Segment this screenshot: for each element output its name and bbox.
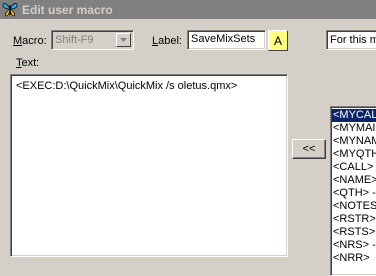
a-button[interactable]: A (268, 30, 288, 51)
butterfly-icon (1, 1, 19, 18)
list-item[interactable]: <NRR> (332, 252, 376, 265)
macro-select-value: Shift-F9 (55, 34, 94, 46)
list-item[interactable]: <RSTR> (332, 213, 376, 226)
list-item[interactable]: <NAME> (332, 174, 376, 187)
insert-tag-button[interactable]: << (292, 139, 326, 159)
label-label: Label: (152, 35, 182, 47)
macro-select[interactable]: Shift-F9 (51, 30, 134, 50)
list-item[interactable]: <MYMAI (332, 122, 376, 135)
title-bar[interactable]: Edit user macro (0, 0, 376, 19)
text-label: Text: (16, 57, 40, 69)
tag-listbox[interactable]: <MYCAL <MYMAI <MYNAM <MYQTH <CALL> <NAME… (330, 106, 376, 276)
list-item[interactable]: <MYCAL (332, 109, 376, 122)
list-item[interactable]: <RSTS> (332, 226, 376, 239)
list-item[interactable]: <CALL> (332, 161, 376, 174)
macro-text-area[interactable]: <EXEC:D:\QuickMix\QuickMix /s oletus.qmx… (10, 74, 288, 257)
list-item[interactable]: <MYNAM (332, 135, 376, 148)
for-this-field[interactable]: For this m (326, 30, 376, 50)
list-item[interactable]: <QTH> - (332, 187, 376, 200)
list-item[interactable]: <NRS> - (332, 239, 376, 252)
list-item[interactable]: <NOTES (332, 200, 376, 213)
label-input[interactable]: SaveMixSets (187, 30, 266, 50)
dropdown-arrow-icon[interactable] (116, 33, 131, 47)
list-item[interactable]: <MYQTH (332, 148, 376, 161)
window-title: Edit user macro (22, 2, 113, 17)
macro-label: Macro: (13, 35, 47, 47)
